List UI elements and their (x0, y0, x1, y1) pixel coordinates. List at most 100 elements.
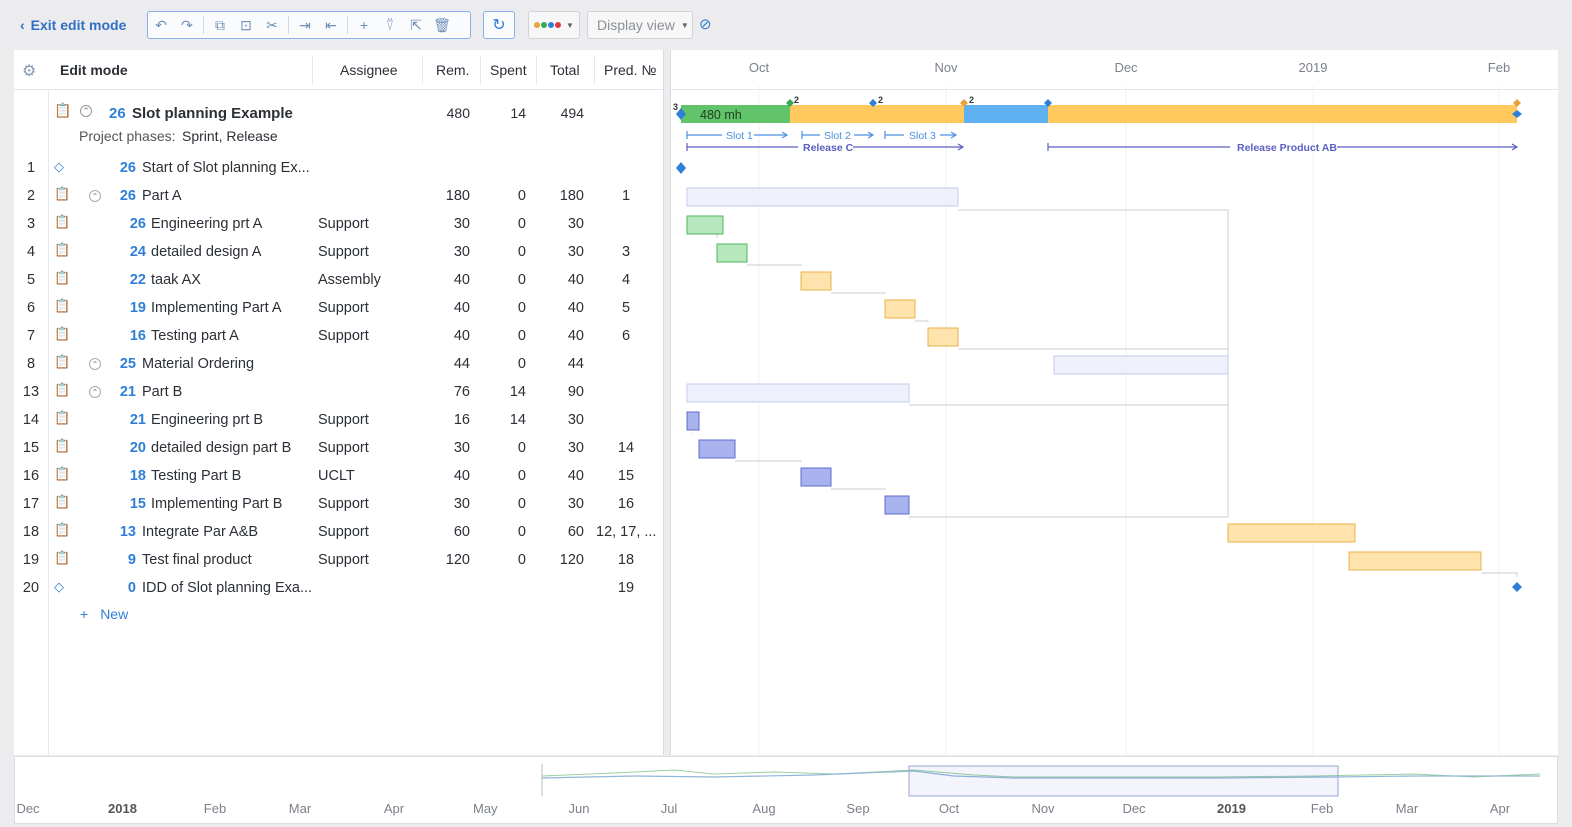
gantt-bar[interactable] (927, 327, 959, 347)
task-row[interactable]: 15 📋 20 detailed design part B Support 30 0 30 1… (14, 434, 664, 462)
task-row[interactable]: 1 ◇ 26 Start of Slot planning Ex... (14, 154, 664, 182)
task-predecessors[interactable]: 12, 17, ... (596, 524, 656, 540)
gantt-bar[interactable] (884, 299, 916, 319)
move-icon[interactable]: ⇱ (403, 12, 429, 38)
redo-icon[interactable]: ↷ (174, 12, 200, 38)
task-rem[interactable]: 30 (432, 216, 470, 232)
outdent-icon[interactable]: ⇤ (318, 12, 344, 38)
exit-edit-mode-button[interactable]: ‹ Exit edit mode (20, 15, 126, 35)
task-spent[interactable]: 0 (488, 468, 526, 484)
collapse-icon[interactable]: ⌃ (89, 190, 101, 202)
gantt-bar[interactable] (686, 411, 700, 431)
filter-off-icon[interactable]: ⊘ (699, 15, 712, 33)
task-assignee[interactable]: Support (318, 552, 369, 568)
gantt-bar[interactable] (1227, 523, 1356, 543)
column-divider[interactable] (480, 56, 481, 84)
task-rem[interactable]: 120 (432, 552, 470, 568)
task-assignee[interactable]: Support (318, 300, 369, 316)
gantt-bar-material[interactable] (1053, 355, 1229, 375)
task-predecessors[interactable]: 14 (596, 440, 656, 456)
task-rem[interactable]: 44 (432, 356, 470, 372)
task-name[interactable]: Part B (142, 384, 182, 400)
task-predecessors[interactable]: 3 (596, 244, 656, 260)
task-rem[interactable]: 30 (432, 244, 470, 260)
task-total[interactable]: 40 (546, 272, 584, 288)
task-predecessors[interactable]: 1 (596, 188, 656, 204)
task-predecessors[interactable]: 16 (596, 496, 656, 512)
task-total[interactable]: 30 (546, 412, 584, 428)
task-row[interactable]: 18 📋 13 Integrate Par A&B Support 60 0 60 12, 17… (14, 518, 664, 546)
new-task-button[interactable]: + New (80, 606, 128, 622)
task-row[interactable]: 5 📋 22 taak AX Assembly 40 0 40 4 (14, 266, 664, 294)
task-assignee[interactable]: Support (318, 440, 369, 456)
column-divider[interactable] (422, 56, 423, 84)
milestone-start[interactable] (676, 162, 686, 174)
collapse-icon[interactable]: ⌃ (89, 386, 101, 398)
task-name[interactable]: Testing Part B (151, 468, 241, 484)
task-predecessors[interactable]: 18 (596, 552, 656, 568)
column-divider[interactable] (536, 56, 537, 84)
phase-bar-release[interactable] (964, 105, 1048, 123)
phase-bar-sprint[interactable] (790, 105, 964, 123)
task-rem[interactable]: 60 (432, 524, 470, 540)
task-total[interactable]: 40 (546, 468, 584, 484)
header-remaining[interactable]: Rem. (436, 62, 469, 78)
task-assignee[interactable]: Support (318, 496, 369, 512)
task-name[interactable]: Engineering prt B (151, 412, 263, 428)
task-assignee[interactable]: UCLT (318, 468, 355, 484)
task-spent[interactable]: 14 (488, 384, 526, 400)
task-name[interactable]: Engineering prt A (151, 216, 262, 232)
overview-viewport[interactable] (908, 765, 1339, 797)
task-rem[interactable]: 16 (432, 412, 470, 428)
task-assignee[interactable]: Support (318, 524, 369, 540)
milestone-end[interactable] (1512, 582, 1522, 592)
task-assignee[interactable]: Support (318, 244, 369, 260)
task-predecessors[interactable]: 6 (596, 328, 656, 344)
gantt-bar-part-b[interactable] (686, 383, 910, 403)
gantt-bar-part-a[interactable] (686, 187, 959, 207)
task-row[interactable]: 2 📋 ⌃ 26 Part A 180 0 180 1 (14, 182, 664, 210)
task-spent[interactable]: 0 (488, 440, 526, 456)
column-divider[interactable] (312, 56, 313, 84)
task-assignee[interactable]: Assembly (318, 272, 381, 288)
task-total[interactable]: 30 (546, 244, 584, 260)
task-assignee[interactable]: Support (318, 412, 369, 428)
task-name[interactable]: Test final product (142, 552, 252, 568)
task-total[interactable]: 60 (546, 524, 584, 540)
task-name[interactable]: IDD of Slot planning Exa... (142, 580, 312, 596)
task-name[interactable]: Integrate Par A&B (142, 524, 258, 540)
task-spent[interactable]: 0 (488, 188, 526, 204)
settings-gear-icon[interactable]: ⚙ (22, 61, 36, 81)
task-rem[interactable]: 40 (432, 468, 470, 484)
task-predecessors[interactable]: 4 (596, 272, 656, 288)
phase-bar-release[interactable] (1048, 105, 1517, 123)
display-view-dropdown[interactable]: Display view ▼ (587, 11, 693, 39)
task-spent[interactable]: 0 (488, 272, 526, 288)
task-total[interactable]: 30 (546, 440, 584, 456)
cut-icon[interactable]: ✂ (259, 12, 285, 38)
task-total[interactable]: 30 (546, 496, 584, 512)
release-label[interactable]: Release Product AB (1237, 142, 1337, 154)
gantt-bar[interactable] (716, 243, 748, 263)
gantt-bar[interactable] (884, 495, 910, 515)
header-total[interactable]: Total (550, 62, 580, 78)
task-total[interactable]: 40 (546, 300, 584, 316)
task-spent[interactable]: 0 (488, 328, 526, 344)
task-spent[interactable]: 0 (488, 552, 526, 568)
task-total[interactable]: 44 (546, 356, 584, 372)
task-spent[interactable]: 0 (488, 496, 526, 512)
task-total[interactable]: 180 (546, 188, 584, 204)
task-row[interactable]: 7 📋 16 Testing part A Support 40 0 40 6 (14, 322, 664, 350)
task-total[interactable]: 30 (546, 216, 584, 232)
gantt-bar[interactable] (686, 215, 724, 235)
copy-icon[interactable]: ⧉ (207, 12, 233, 38)
task-row[interactable]: 16 📋 18 Testing Part B UCLT 40 0 40 15 (14, 462, 664, 490)
gantt-bar[interactable] (800, 271, 832, 291)
gantt-bar[interactable] (1348, 551, 1482, 571)
gantt-bar[interactable] (800, 467, 832, 487)
indent-icon[interactable]: ⇥ (292, 12, 318, 38)
collapse-icon[interactable]: ⌃ (80, 105, 92, 117)
task-predecessors[interactable]: 5 (596, 300, 656, 316)
task-name[interactable]: detailed design A (151, 244, 261, 260)
header-predecessors[interactable]: Pred. № (604, 62, 656, 78)
